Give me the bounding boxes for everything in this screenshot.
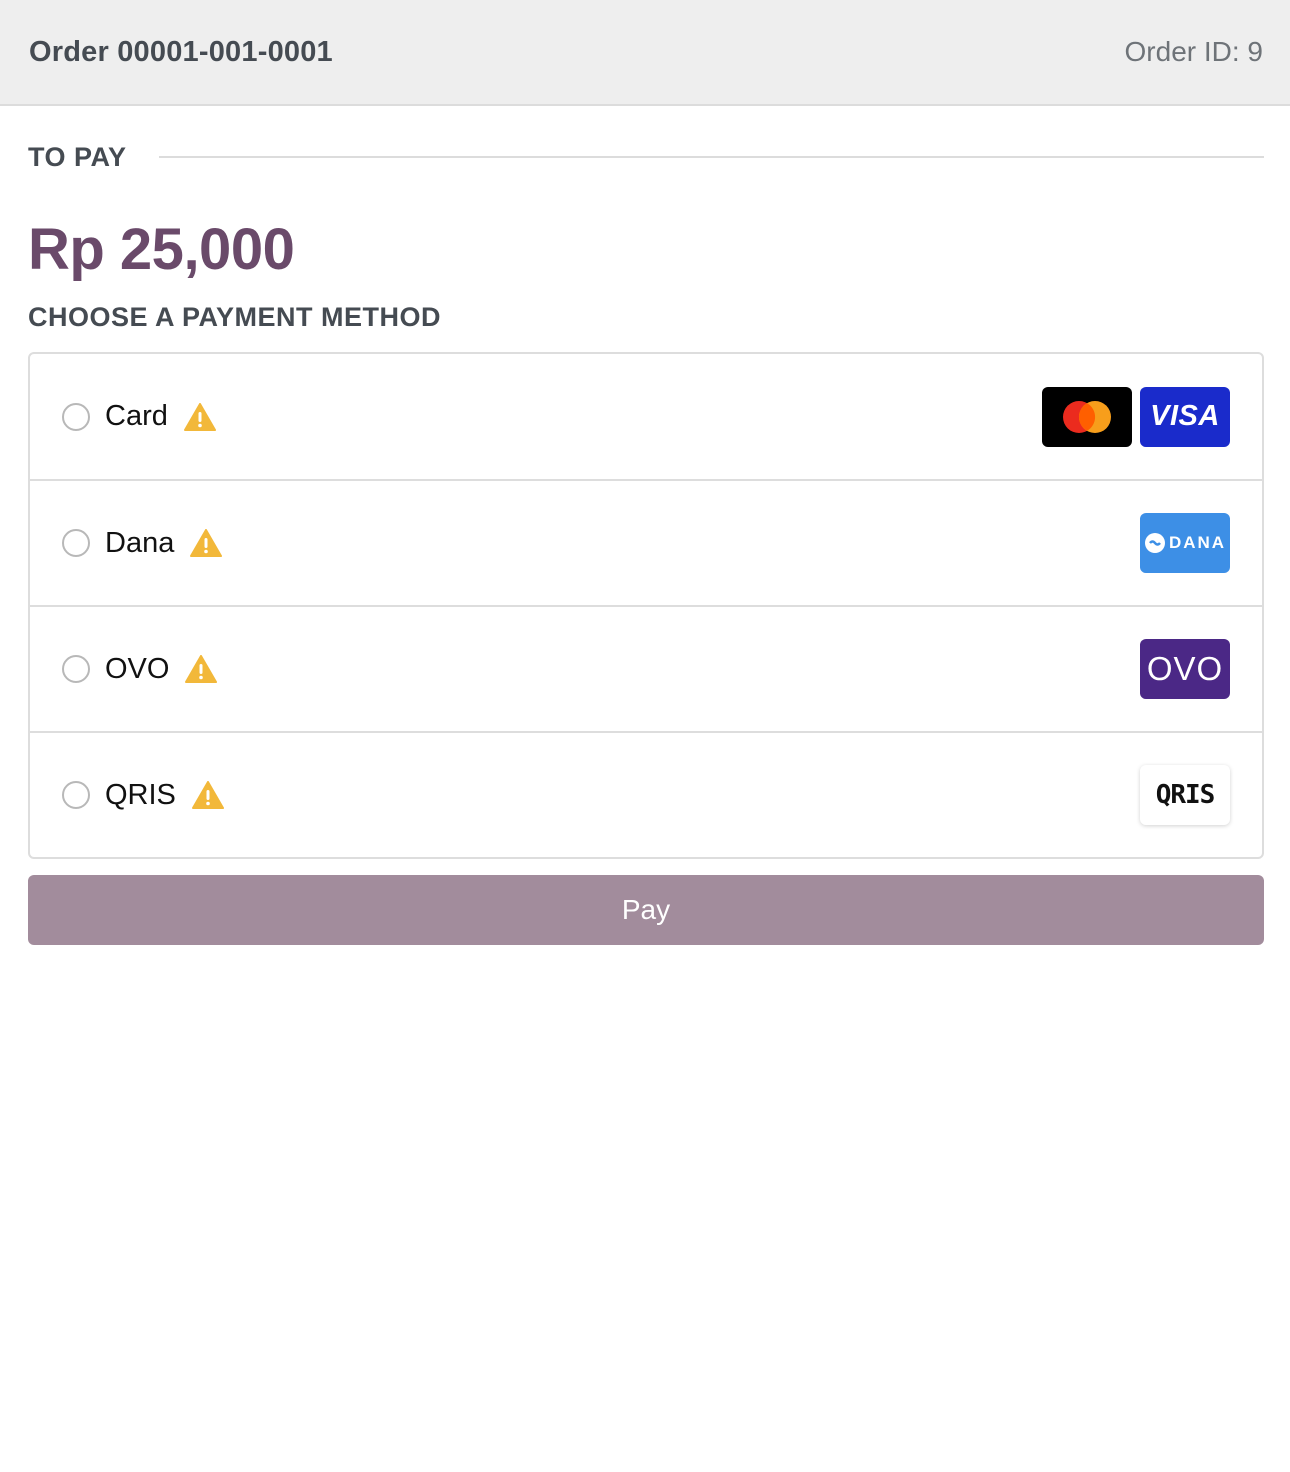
warning-icon <box>185 655 218 683</box>
order-title: Order 00001-001-0001 <box>29 35 333 68</box>
order-id: Order ID: 9 <box>1124 36 1263 67</box>
to-pay-label: TO PAY <box>28 141 127 172</box>
dana-logo: DANA <box>1140 513 1230 573</box>
mastercard-logo <box>1042 386 1132 447</box>
payment-method-label: OVO <box>105 652 170 685</box>
payment-method-heading: CHOOSE A PAYMENT METHOD <box>28 302 442 332</box>
qris-radio[interactable] <box>62 781 90 809</box>
payment-method-label: Dana <box>105 526 175 559</box>
card-radio[interactable] <box>62 402 90 431</box>
ovo-radio[interactable] <box>62 655 90 683</box>
payment-method-card[interactable]: Card VISA <box>30 354 1262 479</box>
to-pay-section: TO PAY <box>28 106 1264 206</box>
amount-total: Rp 25,000 <box>28 217 295 282</box>
warning-icon <box>183 402 216 431</box>
warning-icon <box>191 781 224 809</box>
payment-method-list: Card VISA Dana DANA OVO OVO QRIS QRIS <box>28 352 1264 859</box>
card-logos: VISA <box>1042 386 1230 447</box>
visa-logo: VISA <box>1140 386 1230 447</box>
warning-icon <box>190 529 223 557</box>
order-header: Order 00001-001-0001 Order ID: 9 <box>0 0 1290 106</box>
payment-method-label: Card <box>105 400 168 432</box>
dana-logo-text: DANA <box>1168 533 1227 552</box>
pay-button[interactable]: Pay <box>28 875 1264 945</box>
dana-radio[interactable] <box>62 529 90 557</box>
payment-method-qris[interactable]: QRIS QRIS <box>30 731 1262 857</box>
divider <box>158 156 1264 158</box>
ovo-logo: OVO <box>1140 639 1230 699</box>
qris-logo: QRIS <box>1140 765 1230 825</box>
checkout-content: TO PAY Rp 25,000 CHOOSE A PAYMENT METHOD… <box>0 106 1290 945</box>
payment-method-dana[interactable]: Dana DANA <box>30 479 1262 605</box>
payment-method-ovo[interactable]: OVO OVO <box>30 605 1262 731</box>
payment-method-label: QRIS <box>105 778 176 811</box>
